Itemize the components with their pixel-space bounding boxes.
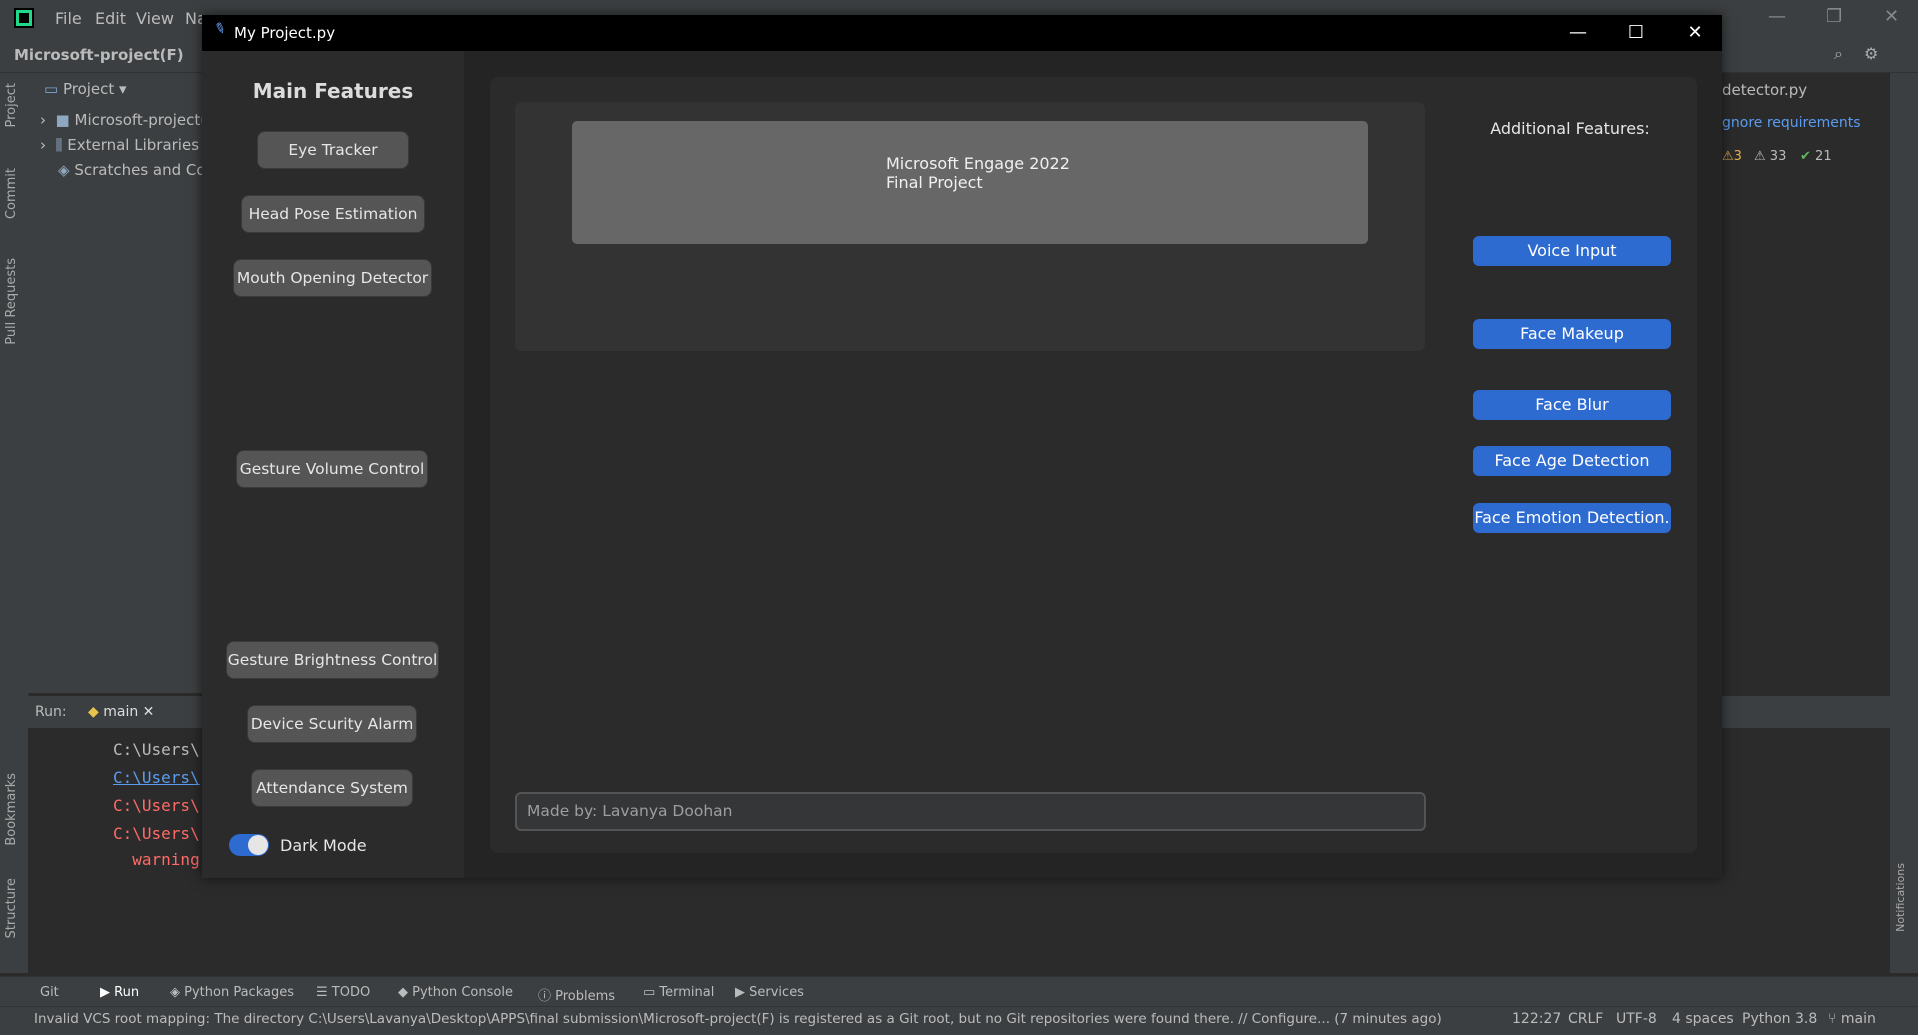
menu-view[interactable]: View [136,9,174,28]
additional-features-title: Additional Features: [1490,119,1650,138]
close-icon[interactable]: ✕ [1672,19,1718,47]
dark-mode-label: Dark Mode [280,836,367,855]
ok-count: ✔ 21 [1800,149,1832,164]
banner-line-2: Final Project [886,173,983,192]
run-label: Run: [35,704,67,720]
project-header-label: Project [62,80,115,98]
tooltab-problems[interactable]: ⓘ Problems [538,985,615,1004]
console-line-5: warning [113,850,200,869]
status-message[interactable]: Invalid VCS root mapping: The directory … [34,1011,1442,1027]
face-emotion-detection-button[interactable]: Face Emotion Detection. [1473,503,1671,533]
banner-line-1: Microsoft Engage 2022 [886,154,1070,173]
run-tab-main[interactable]: ◆ main ✕ [88,704,154,720]
face-makeup-button[interactable]: Face Makeup [1473,319,1671,349]
status-indent[interactable]: 4 spaces [1672,1011,1734,1027]
status-encoding[interactable]: UTF-8 [1616,1011,1657,1027]
status-position[interactable]: 122:27 [1512,1011,1561,1027]
ide-restore-icon[interactable]: ❐ [1826,6,1842,27]
tooltab-python-console[interactable]: ◆ Python Console [398,985,513,1000]
console-line-4: C:\Users\ [113,824,200,843]
warning-count-1: ⚠3 [1722,149,1742,164]
device-security-alarm-button[interactable]: Device Scurity Alarm [248,706,416,742]
minimize-icon[interactable]: — [1555,19,1601,47]
tree-item-project[interactable]: › ■ Microsoft-project( [40,111,206,129]
tooltab-run[interactable]: ▶ Run [100,985,139,1000]
face-blur-button[interactable]: Face Blur [1473,390,1671,420]
ide-close-icon[interactable]: ✕ [1884,6,1899,27]
project-panel-header[interactable]: ▭ Project ▾ [44,80,127,98]
console-line-3: C:\Users\ [113,796,200,815]
tree-item-libraries-label: External Libraries [67,136,200,154]
tree-item-libraries[interactable]: › ⫼ External Libraries [40,136,199,154]
tab-structure[interactable]: Structure [4,878,19,938]
gesture-brightness-control-button[interactable]: Gesture Brightness Control [227,642,438,678]
breadcrumb[interactable]: Microsoft-project(F) [14,46,184,64]
mouth-opening-detector-button[interactable]: Mouth Opening Detector [234,260,431,296]
main-features-title: Main Features [252,79,414,103]
console-line-2[interactable]: C:\Users\ [113,768,200,787]
made-by-placeholder: Made by: Lavanya Doohan [527,802,733,820]
tab-notifications[interactable]: Notifications [1894,863,1907,932]
tab-pull-requests[interactable]: Pull Requests [4,258,19,345]
pycharm-logo-icon [14,8,34,28]
tab-project[interactable]: Project [4,83,19,127]
attendance-system-button[interactable]: Attendance System [252,770,412,806]
maximize-icon[interactable]: ☐ [1613,19,1659,47]
status-line-separator[interactable]: CRLF [1568,1011,1603,1027]
tooltab-services[interactable]: ▶ Services [735,985,804,1000]
voice-input-button[interactable]: Voice Input [1473,236,1671,266]
console-line-1: C:\Users\ [113,740,200,759]
switch-knob [248,835,268,855]
tree-item-project-label: Microsoft-project( [74,111,207,129]
left-tool-stripe: Project Commit Pull Requests Bookmarks S… [0,73,29,973]
menu-file[interactable]: File [55,9,82,28]
status-interpreter[interactable]: Python 3.8 [1742,1011,1817,1027]
tooltab-git[interactable]: Git [40,985,59,1000]
status-branch[interactable]: ⑂ main [1828,1011,1876,1027]
banner-text: Microsoft Engage 2022 Final Project [886,154,1070,192]
editor-fragment: detector.py gnore requirements ⚠3 ⚠ 33 ✔… [1722,73,1918,693]
head-pose-estimation-button[interactable]: Head Pose Estimation [242,196,424,232]
tooltab-terminal[interactable]: ▭ Terminal [643,985,714,1000]
tooltab-python-packages[interactable]: ◈ Python Packages [170,985,294,1000]
warning-count-2: ⚠ 33 [1754,149,1787,164]
tree-item-scratches-label: Scratches and Con [74,161,216,179]
menu-edit[interactable]: Edit [95,9,126,28]
editor-tab[interactable]: detector.py [1722,81,1807,99]
gear-icon[interactable]: ⚙ [1864,44,1878,63]
search-icon[interactable]: ⌕ [1834,44,1843,64]
eye-tracker-button[interactable]: Eye Tracker [258,132,408,168]
dark-mode-switch[interactable] [229,834,269,856]
face-age-detection-button[interactable]: Face Age Detection [1473,446,1671,476]
feather-icon: ✎ [211,19,229,39]
tooltab-todo[interactable]: ☰ TODO [316,985,370,1000]
ide-minimize-icon[interactable]: — [1768,6,1786,27]
right-tool-stripe: Notifications [1890,73,1918,973]
inspection-notice[interactable]: gnore requirements [1722,115,1861,131]
tab-bookmarks[interactable]: Bookmarks [4,773,19,846]
app-titlebar: ✎ My Project.py — ☐ ✕ [202,15,1722,51]
gesture-volume-control-button[interactable]: Gesture Volume Control [237,451,427,487]
tree-item-scratches[interactable]: ◈ Scratches and Con [58,161,215,179]
app-title: My Project.py [234,24,336,42]
tab-commit[interactable]: Commit [4,168,19,219]
made-by-entry[interactable]: Made by: Lavanya Doohan [515,792,1426,831]
